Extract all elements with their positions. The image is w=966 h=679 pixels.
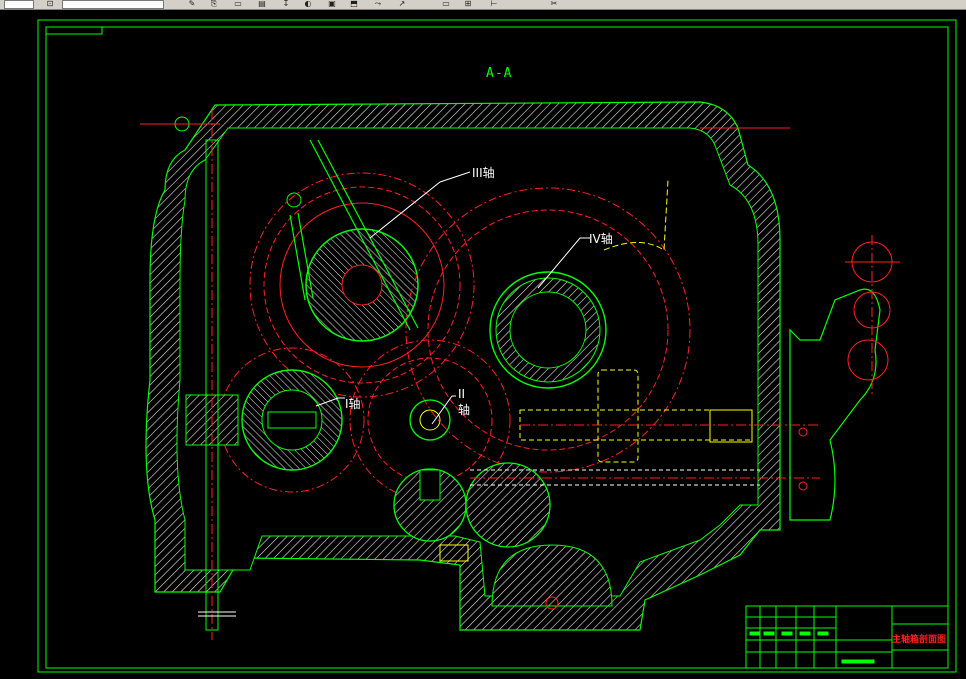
rotate-icon[interactable]: ▣ <box>326 0 338 8</box>
handle-lever <box>789 235 900 521</box>
chamfer-icon[interactable]: ⊞ <box>462 0 474 8</box>
layer-icon[interactable]: ⊡ <box>44 0 56 8</box>
toolbar: ⊡ ✎ ⎘ ▭ ▤ ↧ ◐ ▣ ⬒ ⤳ ↗ ▭ ⊞ ⊢ ✂ <box>0 0 966 10</box>
layer-combo[interactable] <box>4 0 34 9</box>
label-shaft-iii: III轴 <box>472 166 495 180</box>
trim-icon[interactable]: ⤳ <box>372 0 384 8</box>
title-block-drawing-name: 主轴箱剖面图 <box>892 635 947 645</box>
housing-cavity <box>176 127 759 597</box>
section-title: A-A <box>486 66 513 81</box>
copy-icon[interactable]: ⎘ <box>208 0 220 8</box>
move-icon[interactable]: ▤ <box>256 0 268 8</box>
fillet-icon[interactable]: ⊢ <box>488 0 500 8</box>
cad-drawing-canvas[interactable] <box>0 10 966 679</box>
label-shaft-ii-line1: II <box>458 387 466 401</box>
label-shaft-i: I轴 <box>345 397 361 411</box>
explode-icon[interactable]: ✂ <box>548 0 560 8</box>
array-icon[interactable]: ↧ <box>280 0 292 8</box>
offset-icon[interactable]: ◐ <box>302 0 314 8</box>
erase-icon[interactable]: ▭ <box>232 0 244 8</box>
match-properties-icon[interactable]: ✎ <box>186 0 198 8</box>
break-icon[interactable]: ▭ <box>440 0 452 8</box>
scale-icon[interactable]: ⬒ <box>348 0 360 8</box>
label-shaft-iv: IV轴 <box>589 232 613 246</box>
frame-tag <box>46 27 103 35</box>
extend-icon[interactable]: ↗ <box>396 0 408 8</box>
label-shaft-ii-line2: 轴 <box>458 403 471 417</box>
style-combo[interactable] <box>62 0 164 9</box>
